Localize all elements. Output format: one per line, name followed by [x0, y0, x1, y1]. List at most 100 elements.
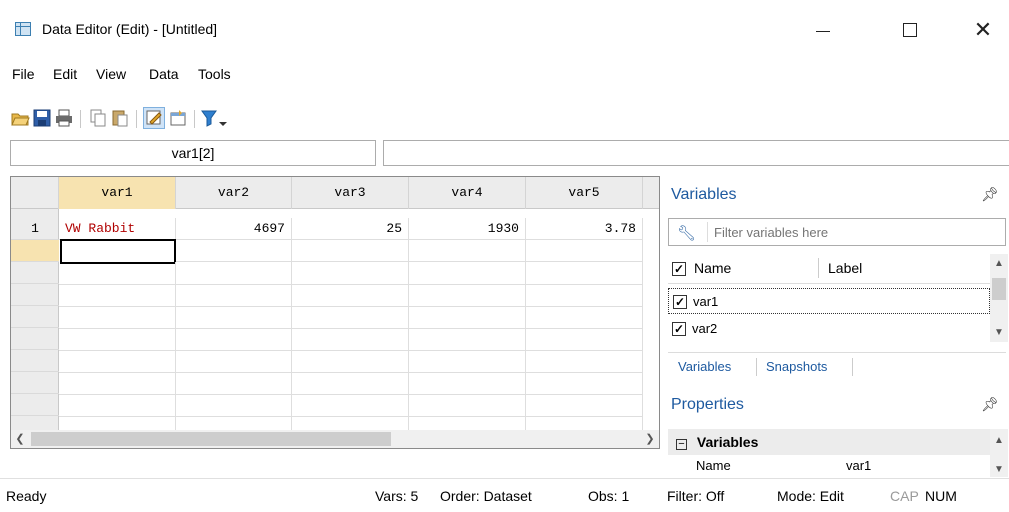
name-column-header[interactable]: Name — [694, 260, 731, 276]
column-header[interactable]: var3 — [292, 177, 409, 209]
close-icon: ✕ — [973, 17, 993, 43]
variable-name: var1 — [693, 294, 719, 309]
corner-cell[interactable] — [11, 177, 59, 209]
maximize-icon — [903, 23, 917, 37]
menu-file[interactable]: File — [12, 66, 35, 82]
tab-snapshots[interactable]: Snapshots — [760, 353, 833, 381]
properties-vertical-scrollbar[interactable]: ▲ ▼ — [990, 429, 1008, 477]
maximize-button[interactable] — [887, 10, 933, 50]
status-mode: Mode: Edit — [777, 488, 844, 504]
menu-bar: File Edit View Data Tools — [0, 62, 1009, 88]
tab-variables[interactable]: Variables — [672, 353, 738, 381]
wrench-icon[interactable]: 🔧︎ — [677, 224, 696, 242]
minimize-button[interactable] — [800, 10, 846, 50]
row-number[interactable]: 1 — [11, 218, 59, 240]
properties-group[interactable]: − Variables — [668, 429, 990, 455]
table-cell[interactable]: 25 — [292, 218, 409, 240]
variables-panel-title: Variables — [671, 186, 737, 203]
chevron-down-icon[interactable] — [218, 108, 228, 128]
window-title: Data Editor (Edit) - [Untitled] — [42, 21, 218, 37]
filter-variables-input[interactable] — [707, 222, 997, 242]
menu-data[interactable]: Data — [149, 66, 179, 82]
cell-reference-box[interactable]: var1[2] — [10, 140, 376, 166]
save-icon[interactable] — [32, 108, 52, 128]
pin-icon[interactable]: 📌︎ — [981, 396, 999, 413]
toolbar-separator — [80, 110, 81, 128]
row-number[interactable] — [11, 284, 59, 306]
menu-edit[interactable]: Edit — [53, 66, 77, 82]
table-cell[interactable]: VW Rabbit — [59, 218, 176, 240]
row-number-column: 1 — [11, 209, 59, 448]
column-header[interactable]: var2 — [176, 177, 292, 209]
toolbar-separator — [194, 110, 195, 128]
data-grid[interactable]: var1 var2 var3 var4 var5 1 VW Rabbit 469… — [10, 176, 660, 449]
paste-icon[interactable] — [110, 108, 130, 128]
properties-panel: Properties 📌︎ − Variables Name var1 ▲ ▼ — [664, 386, 1009, 477]
pin-icon[interactable]: 📌︎ — [981, 186, 999, 203]
column-header[interactable]: var5 — [526, 177, 643, 209]
column-header[interactable]: var1 — [59, 177, 176, 209]
cell-value-input[interactable] — [383, 140, 1009, 166]
toolbar-separator — [136, 110, 137, 128]
scroll-left-icon[interactable]: ❮ — [11, 430, 29, 448]
table-cell[interactable] — [292, 240, 409, 262]
open-icon[interactable] — [10, 108, 30, 128]
title-bar: Data Editor (Edit) - [Untitled] ✕ — [0, 0, 1009, 62]
table-cell[interactable]: 1930 — [409, 218, 526, 240]
variable-checkbox[interactable]: ✓ — [673, 295, 687, 309]
browse-mode-icon[interactable] — [168, 108, 188, 128]
variable-list-header: ✓ Name Label — [668, 254, 990, 284]
horizontal-scrollbar[interactable]: ❮ ❯ — [11, 430, 659, 448]
scroll-right-icon[interactable]: ❯ — [641, 430, 659, 448]
variable-name: var2 — [692, 321, 718, 336]
table-cell[interactable] — [409, 240, 526, 262]
row-number[interactable] — [11, 262, 59, 284]
status-order: Order: Dataset — [440, 488, 532, 504]
row-number[interactable] — [11, 350, 59, 372]
copy-icon[interactable] — [88, 108, 108, 128]
scrollbar-thumb[interactable] — [31, 432, 391, 446]
menu-tools[interactable]: Tools — [198, 66, 231, 82]
collapse-icon[interactable]: − — [676, 439, 687, 450]
column-header[interactable]: var4 — [409, 177, 526, 209]
row-number[interactable] — [11, 306, 59, 328]
status-vars: Vars: 5 — [375, 488, 419, 504]
table-cell[interactable]: 3.78 — [526, 218, 643, 240]
table-cell[interactable] — [176, 240, 292, 262]
variables-panel: Variables 📌︎ 🔧︎ ✓ Name Label ✓ var1 ✓ va… — [664, 176, 1009, 381]
table-cell[interactable] — [526, 240, 643, 262]
variables-vertical-scrollbar[interactable]: ▲ ▼ — [990, 254, 1008, 342]
row-number[interactable] — [11, 372, 59, 394]
scroll-up-icon[interactable]: ▲ — [994, 258, 1004, 269]
status-cap: CAP — [890, 488, 919, 504]
variable-row[interactable]: ✓ var2 — [668, 316, 990, 342]
label-column-header[interactable]: Label — [828, 260, 862, 276]
menu-view[interactable]: View — [96, 66, 126, 82]
table-cell[interactable]: 4697 — [176, 218, 292, 240]
variable-checkbox[interactable]: ✓ — [672, 322, 686, 336]
variable-row[interactable]: ✓ var1 — [668, 288, 990, 314]
scroll-down-icon[interactable]: ▼ — [994, 327, 1004, 338]
selected-cell[interactable] — [60, 239, 176, 264]
properties-group-label: Variables — [696, 434, 759, 450]
status-num: NUM — [925, 488, 957, 504]
edit-mode-icon[interactable] — [143, 107, 165, 129]
data-grid-icon — [15, 22, 31, 36]
close-button[interactable]: ✕ — [960, 10, 1006, 50]
select-all-checkbox[interactable]: ✓ — [672, 262, 686, 276]
status-ready: Ready — [6, 488, 47, 504]
scroll-down-icon[interactable]: ▼ — [994, 464, 1004, 475]
properties-panel-title: Properties — [671, 396, 744, 413]
print-icon[interactable] — [54, 108, 74, 128]
row-number[interactable] — [11, 328, 59, 350]
scrollbar-thumb[interactable] — [992, 278, 1006, 300]
scroll-up-icon[interactable]: ▲ — [994, 435, 1004, 446]
variables-panel-tabs: Variables Snapshots — [668, 352, 1006, 381]
status-bar: Ready Vars: 5 Order: Dataset Obs: 1 Filt… — [0, 478, 1009, 512]
property-row[interactable]: Name var1 — [668, 455, 990, 477]
property-value[interactable]: var1 — [846, 455, 871, 477]
filter-variables-field[interactable]: 🔧︎ — [668, 218, 1006, 246]
filter-icon[interactable] — [200, 108, 220, 128]
row-number[interactable] — [11, 394, 59, 416]
row-number[interactable] — [11, 240, 59, 262]
